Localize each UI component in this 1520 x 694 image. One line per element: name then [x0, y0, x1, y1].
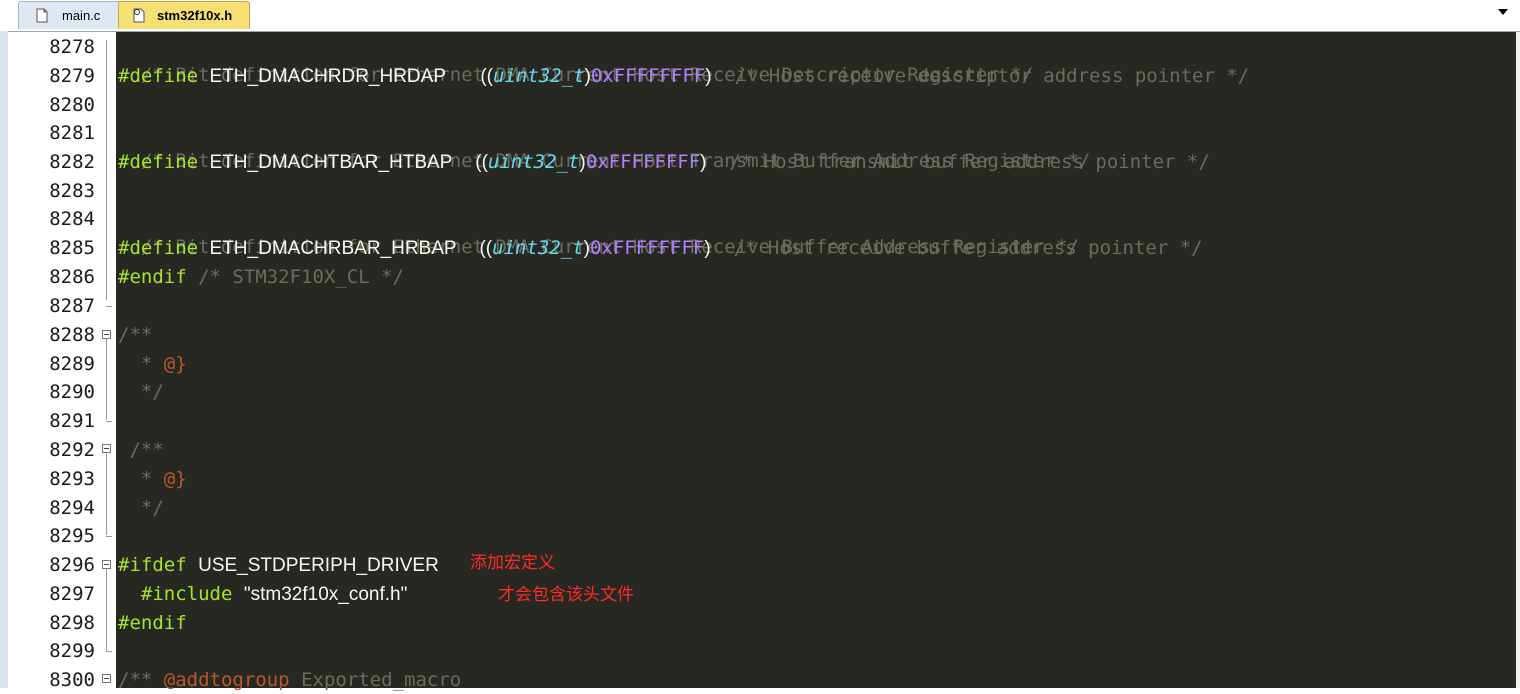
- line-number: 8280: [49, 94, 95, 116]
- fold-guide: [106, 40, 107, 300]
- vertical-scrollbar[interactable]: [1516, 32, 1520, 688]
- line-number: 8282: [49, 151, 95, 173]
- line-number: 8297: [49, 583, 95, 605]
- code-line: #include "stm32f10x_conf.h": [118, 580, 407, 608]
- fold-end-marker: [106, 421, 112, 422]
- code-line: /**: [118, 321, 152, 349]
- line-number: 8283: [49, 180, 95, 202]
- code-line: /* Bit definition for Ethernet DMA Curre…: [118, 119, 1090, 172]
- type: uint32_t: [487, 151, 580, 173]
- fold-end-marker: [106, 651, 112, 652]
- line-number: 8300: [49, 669, 95, 691]
- fold-collapse-icon[interactable]: [102, 444, 111, 453]
- line-number: 8284: [49, 208, 95, 230]
- line-number: 8287: [49, 295, 95, 317]
- macro-name: ETH_DMACHRBAR_HRBAP: [209, 238, 457, 259]
- code-line: * @}: [118, 350, 187, 378]
- code-line: /* Bit definition for Ethernet DMA Curre…: [118, 33, 1033, 86]
- comment: /* Host receive descriptor address point…: [734, 65, 1250, 87]
- hex-value: 0xFFFFFFFF: [585, 151, 701, 173]
- fold-guide: [106, 569, 107, 651]
- tab-list-dropdown-icon[interactable]: [1498, 9, 1508, 15]
- code-line: */: [118, 378, 164, 406]
- code-line: #define ETH_DMACHRDR_HRDAP ((uint32_t)0x…: [118, 62, 1249, 90]
- tab-label: main.c: [62, 8, 101, 23]
- line-number: 8291: [49, 410, 95, 432]
- tab-label: stm32f10x.h: [157, 8, 233, 23]
- code-line: /**: [118, 436, 164, 464]
- tab-main-c[interactable]: main.c: [18, 1, 126, 29]
- comment: /* STM32F10X_CL */: [198, 266, 404, 288]
- include-file: "stm32f10x_conf.h": [243, 584, 408, 605]
- preprocessor: #define: [118, 151, 199, 173]
- preprocessor: #include: [140, 583, 233, 605]
- hex-value: 0xFFFFFFFF: [589, 237, 705, 259]
- fold-collapse-icon[interactable]: [102, 560, 111, 569]
- type: uint32_t: [493, 65, 585, 87]
- macro-name: USE_STDPERIPH_DRIVER: [198, 555, 439, 576]
- line-number: 8295: [49, 525, 95, 547]
- paren: ): [705, 66, 712, 87]
- code-line: /* Bit definition for Ethernet DMA Curre…: [118, 205, 1079, 258]
- code-line: */: [118, 494, 164, 522]
- doc-tag: @}: [163, 468, 187, 490]
- line-number: 8299: [49, 640, 95, 662]
- paren: ): [700, 152, 707, 173]
- preprocessor: #define: [118, 237, 199, 259]
- annotation-macro-note: 添加宏定义: [470, 553, 555, 573]
- file-icon: [36, 8, 48, 23]
- line-number: 8293: [49, 468, 95, 490]
- line-number: 8281: [49, 122, 95, 144]
- line-number: 8298: [49, 612, 95, 634]
- line-number: 8289: [49, 353, 95, 375]
- line-number: 8294: [49, 497, 95, 519]
- hex-value: 0xFFFFFFFF: [590, 65, 706, 87]
- doc-tag: @}: [163, 353, 187, 375]
- doc-comment-open: /**: [118, 324, 153, 346]
- type: uint32_t: [492, 237, 584, 259]
- line-number: 8279: [49, 65, 95, 87]
- preprocessor: #define: [118, 65, 199, 87]
- fold-guide: [106, 453, 107, 535]
- paren: ((: [479, 238, 493, 259]
- comment: /* Host transmit buffer address pointer …: [729, 151, 1210, 173]
- line-number: 8288: [49, 324, 95, 346]
- code-line: /** @addtogroup Exported_macro: [118, 666, 461, 694]
- fold-collapse-icon[interactable]: [102, 330, 111, 339]
- macro-name: ETH_DMACHRDR_HRDAP: [209, 66, 447, 87]
- tab-bar: main.c stm32f10x.h: [0, 0, 1520, 32]
- line-number: 8285: [49, 237, 95, 259]
- doc-comment-star: *: [140, 468, 153, 490]
- doc-comment-close: */: [140, 381, 164, 403]
- annotation-include-note: 才会包含该头文件: [498, 585, 634, 605]
- code-line: #define ETH_DMACHTBAR_HTBAP ((uint32_t)0…: [118, 148, 1210, 176]
- preprocessor: #endif: [118, 266, 187, 288]
- preprocessor: #ifdef: [118, 554, 187, 576]
- comment: /* Host receive buffer address pointer *…: [733, 237, 1203, 259]
- code-line: #endif /* STM32F10X_CL */: [118, 263, 404, 291]
- code-line: #ifdef USE_STDPERIPH_DRIVER: [118, 551, 439, 579]
- code-line: #define ETH_DMACHRBAR_HRBAP ((uint32_t)0…: [118, 234, 1203, 262]
- macro-name: ETH_DMACHTBAR_HTBAP: [209, 152, 453, 173]
- line-number: 8286: [49, 266, 95, 288]
- line-number: 8292: [49, 439, 95, 461]
- doc-comment-close: */: [140, 497, 164, 519]
- fold-end-marker: [106, 306, 112, 307]
- fold-guide: [106, 339, 107, 420]
- code-line: * @}: [118, 465, 187, 493]
- line-number: 8278: [49, 36, 95, 58]
- line-number: 8290: [49, 381, 95, 403]
- header-file-icon: [133, 8, 145, 23]
- doc-comment-open: /**: [129, 439, 164, 461]
- fold-collapse-icon[interactable]: [102, 674, 111, 683]
- doc-comment-star: *: [140, 353, 153, 375]
- preprocessor: #endif: [118, 612, 187, 634]
- paren: ((: [475, 152, 488, 173]
- line-number: 8296: [49, 554, 95, 576]
- code-line: #endif: [118, 609, 187, 637]
- paren: ((: [480, 66, 493, 87]
- tab-stm32f10x-h[interactable]: stm32f10x.h: [118, 1, 250, 29]
- paren: ): [704, 238, 711, 259]
- fold-end-marker: [106, 536, 112, 537]
